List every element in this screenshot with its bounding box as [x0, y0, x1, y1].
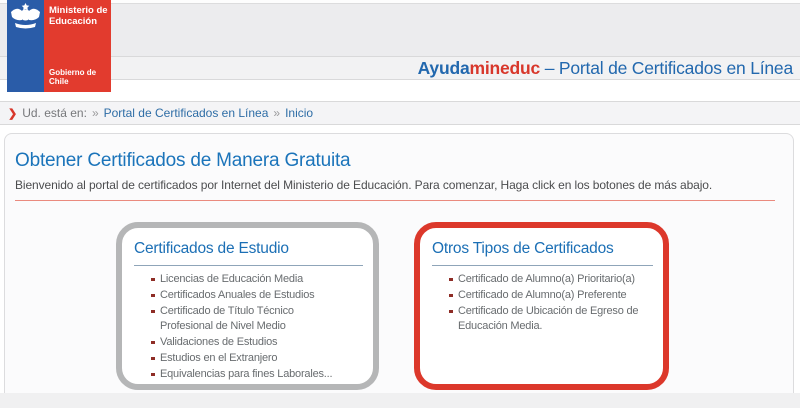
box-title-otros-certificados: Otros Tipos de Certificados	[432, 240, 653, 266]
header-band	[0, 3, 800, 57]
box-otros-tipos-certificados[interactable]: Otros Tipos de Certificados Certificado …	[414, 222, 669, 390]
list-item-link[interactable]: Estudios en el Extranjero	[151, 351, 371, 366]
brand-mineduc: mineduc	[469, 57, 541, 78]
box-certificados-de-estudio[interactable]: Certificados de Estudio Licencias de Edu…	[116, 222, 379, 390]
breadcrumb-prefix: Ud. está en:	[22, 106, 87, 120]
certificados-estudio-list: Licencias de Educación Media Certificado…	[134, 272, 371, 382]
certificate-boxes-row: Certificados de Estudio Licencias de Edu…	[116, 222, 793, 390]
page-footer-background	[0, 393, 800, 408]
breadcrumb-link-inicio[interactable]: Inicio	[285, 106, 313, 120]
mineduc-logo[interactable]: Ministerio de Educación Gobierno de Chil…	[7, 0, 111, 92]
list-item-link[interactable]: Certificado de Título Técnico Profesiona…	[151, 304, 371, 334]
main-content-panel: Obtener Certificados de Manera Gratuita …	[4, 133, 794, 393]
page-title: Obtener Certificados de Manera Gratuita	[15, 150, 351, 171]
coat-of-arms-icon	[11, 3, 40, 29]
list-item-link[interactable]: Certificado de Alumno(a) Prioritario(a)	[449, 272, 661, 287]
list-item-link[interactable]: Certificado de Ubicación de Egreso de Ed…	[449, 304, 661, 334]
red-separator	[15, 200, 775, 201]
header-gap	[0, 80, 800, 101]
list-item-link[interactable]: Licencias de Educación Media	[151, 272, 371, 287]
breadcrumb-arrow-icon: ❯	[8, 107, 18, 120]
list-item-link[interactable]: Validaciones de Estudios	[151, 335, 371, 350]
breadcrumb-separator: »	[91, 106, 99, 120]
government-label: Gobierno de Chile	[49, 68, 97, 86]
breadcrumb-link-portal[interactable]: Portal de Certificados en Línea	[104, 106, 269, 120]
otros-certificados-list: Certificado de Alumno(a) Prioritario(a) …	[432, 272, 661, 334]
site-title-rest: – Portal de Certificados en Línea	[540, 57, 793, 78]
brand-ayuda: Ayuda	[417, 57, 470, 78]
intro-text: Bienvenido al portal de certificados por…	[15, 178, 713, 192]
ministry-label: Ministerio de Educación	[49, 5, 108, 27]
list-item-link[interactable]: Certificado de Alumno(a) Preferente	[449, 288, 661, 303]
breadcrumb: ❯ Ud. está en: » Portal de Certificados …	[0, 101, 800, 125]
box-title-certificados-estudio: Certificados de Estudio	[134, 240, 363, 266]
site-title: Ayudamineduc – Portal de Certificados en…	[417, 57, 794, 79]
logo-red-panel: Ministerio de Educación Gobierno de Chil…	[44, 0, 111, 92]
list-item-link[interactable]: Certificados Anuales de Estudios	[151, 288, 371, 303]
title-band: Ayudamineduc – Portal de Certificados en…	[0, 57, 800, 80]
breadcrumb-separator: »	[273, 106, 281, 120]
logo-blue-panel	[7, 0, 44, 92]
list-item-link[interactable]: Equivalencias para fines Laborales...	[151, 367, 371, 382]
